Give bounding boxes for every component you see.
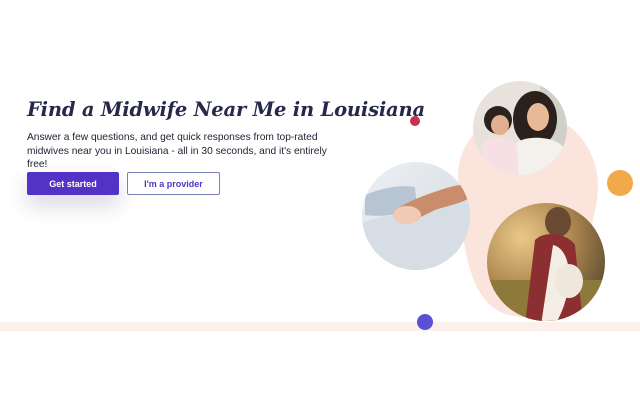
red-dot <box>410 116 420 126</box>
get-started-button[interactable]: Get started <box>27 172 119 195</box>
hero-subtext: Answer a few questions, and get quick re… <box>27 132 327 170</box>
purple-dot <box>417 314 433 330</box>
landing-page: Find a Midwife Near Me in Louisiana Answ… <box>0 0 640 400</box>
hero-illustration <box>362 81 633 330</box>
provider-button[interactable]: I'm a provider <box>127 172 220 195</box>
baby-hand-photo <box>362 162 470 270</box>
orange-dot <box>607 170 633 196</box>
